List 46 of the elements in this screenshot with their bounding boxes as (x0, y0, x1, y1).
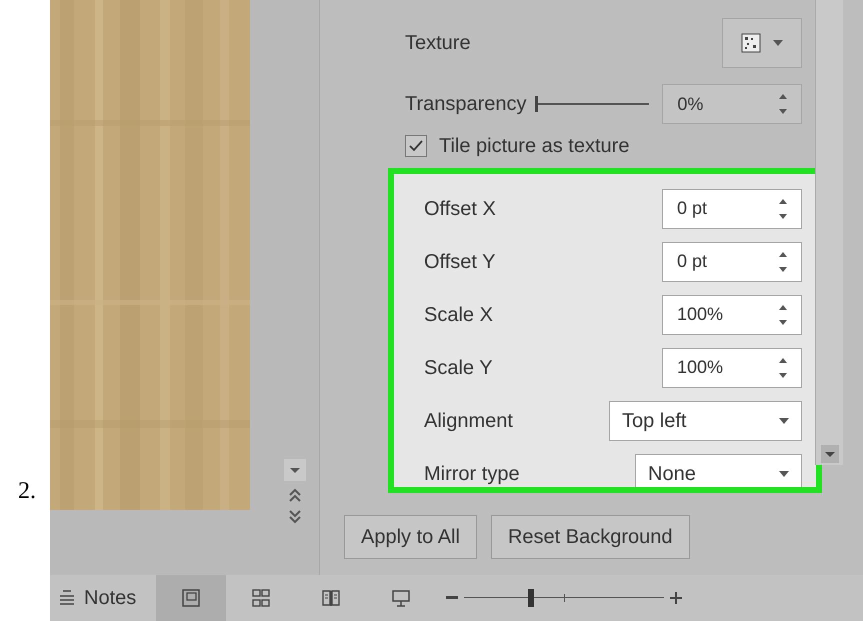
notes-button[interactable]: Notes (50, 575, 156, 621)
scroll-down-icon[interactable] (284, 459, 306, 481)
checkmark-icon (408, 139, 424, 153)
spin-field[interactable]: 100% (662, 348, 802, 388)
previous-slide-icon[interactable] (288, 487, 302, 503)
spin-arrows-icon (779, 198, 787, 220)
spin-field[interactable]: 100% (662, 294, 802, 334)
caret-icon (773, 40, 783, 46)
field-label: Offset X (424, 196, 496, 222)
caret-icon (779, 418, 789, 424)
zoom-in-icon[interactable] (670, 592, 682, 604)
dropdown[interactable]: Top left (609, 400, 802, 440)
zoom-slider[interactable] (464, 588, 664, 608)
field-label: Mirror type (424, 462, 520, 486)
button[interactable]: Apply to All (344, 515, 477, 559)
notes-icon (58, 590, 76, 606)
texture-picker-button[interactable] (722, 18, 802, 68)
caret-icon (779, 470, 789, 476)
transparency-label: Transparency (405, 92, 528, 117)
dropdown[interactable]: None (635, 454, 802, 487)
texture-label: Texture (405, 31, 471, 56)
texture-icon (741, 33, 761, 53)
zoom-out-icon[interactable] (446, 596, 458, 600)
view-button[interactable] (156, 575, 226, 621)
field-label: Alignment (424, 408, 513, 434)
scroll-down-icon[interactable] (821, 445, 839, 463)
checkbox[interactable] (405, 135, 427, 157)
step-number: 2. (18, 477, 36, 506)
spin-arrows-icon (779, 93, 787, 115)
spin-field[interactable]: 0 pt (662, 242, 802, 282)
spin-arrows-icon (779, 304, 787, 326)
transparency-spin-field[interactable]: 0% (662, 84, 802, 124)
normal-view-icon (181, 588, 202, 608)
field-label: Scale Y (424, 356, 493, 380)
book-view-icon (321, 588, 342, 608)
checkbox-label: Tile picture as texture (439, 134, 630, 159)
next-slide-icon[interactable] (288, 509, 302, 525)
spin-arrows-icon (779, 250, 787, 272)
button[interactable]: Reset Background (490, 515, 690, 559)
transparency-slider[interactable] (534, 96, 650, 112)
field-label: Scale X (424, 302, 493, 328)
field-label: Offset Y (424, 250, 496, 274)
spin-arrows-icon (779, 356, 787, 378)
grid-view-icon (251, 588, 272, 608)
presentation-view-icon (391, 588, 412, 608)
spin-field[interactable]: 0 pt (662, 188, 802, 228)
